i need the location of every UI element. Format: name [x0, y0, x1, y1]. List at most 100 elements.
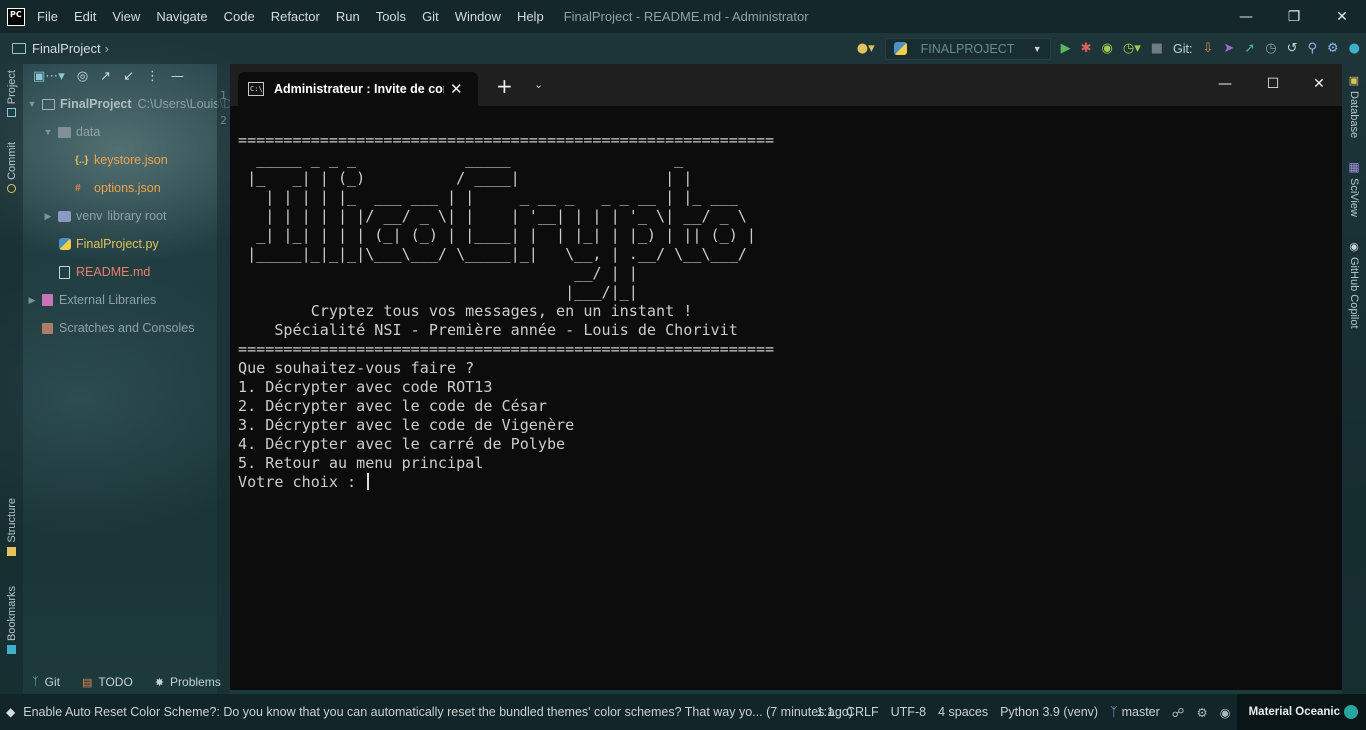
notification-icon: ◆ — [6, 705, 16, 719]
menu-git[interactable]: Git — [422, 9, 439, 24]
menu-tools[interactable]: Tools — [376, 9, 406, 24]
status-bar: ◆ Enable Auto Reset Color Scheme?: Do yo… — [0, 694, 1366, 730]
terminal-close-button[interactable]: ✕ — [1296, 64, 1342, 104]
options-icon[interactable]: ⋮ — [146, 69, 159, 84]
tab-database[interactable]: ▣ Database — [1342, 74, 1366, 138]
cmd-icon: C:\ — [248, 82, 264, 96]
restore-button[interactable]: ❐ — [1270, 0, 1318, 33]
tree-folder-venv-label: venv — [76, 209, 103, 223]
menu-help[interactable]: Help — [517, 9, 544, 24]
bottom-tool-bar: ᛉ Git ▤ TODO ✸ Problems — [0, 670, 230, 694]
problems-icon: ✸ — [154, 676, 165, 689]
run-configuration-select[interactable]: FINALPROJECT ▼ — [884, 37, 1051, 60]
git-commit-icon[interactable]: ➤ — [1223, 41, 1234, 56]
stop-icon[interactable]: ■ — [1151, 41, 1163, 56]
users-icon[interactable]: ●▾ — [857, 41, 875, 56]
tree-file-main-py[interactable]: FinalProject.py — [59, 233, 159, 255]
chevron-down-icon[interactable]: ⌄ — [534, 78, 543, 91]
tab-bookmarks[interactable]: Bookmarks — [0, 586, 23, 655]
json-file-icon: {..} — [75, 154, 89, 166]
tab-sciview-label: SciView — [1348, 178, 1360, 217]
memory-icon[interactable]: ◉ — [1220, 705, 1231, 720]
lock-icon[interactable]: ☍ — [1172, 705, 1185, 720]
debug-icon[interactable]: ✱ — [1081, 41, 1092, 56]
tree-root[interactable]: ▼ FinalProject C:\Users\Louis\D — [27, 93, 233, 115]
line-separator[interactable]: CRLF — [846, 705, 879, 719]
git-branch-widget[interactable]: ᛉ master — [1110, 705, 1160, 719]
run-icon[interactable]: ▶ — [1061, 41, 1071, 56]
coverage-icon[interactable]: ◉ — [1102, 41, 1113, 56]
tab-bookmarks-label: Bookmarks — [5, 586, 18, 642]
ascii-art-line: |___/|_| — [238, 283, 638, 301]
menu-file[interactable]: File — [37, 9, 58, 24]
text-cursor — [367, 473, 370, 490]
menu-navigate[interactable]: Navigate — [156, 9, 207, 24]
terminal-tab[interactable]: C:\ Administrateur : Invite de com ✕ — [238, 72, 478, 106]
new-tab-button[interactable]: + — [496, 76, 513, 96]
menu-question: Que souhaitez-vous faire ? — [238, 359, 475, 377]
menu-run[interactable]: Run — [336, 9, 360, 24]
tree-folder-data[interactable]: ▼ data — [43, 121, 101, 143]
copilot-icon: ◉ — [1349, 241, 1359, 253]
tab-project[interactable]: Project — [0, 70, 23, 118]
caret-position[interactable]: 1:1 — [817, 705, 834, 719]
search-icon[interactable]: ⚲ — [1307, 41, 1317, 56]
bookmark-icon — [7, 645, 16, 655]
file-encoding[interactable]: UTF-8 — [891, 705, 926, 719]
run-config-label: FINALPROJECT — [920, 41, 1015, 56]
terminal-output[interactable]: ========================================… — [238, 112, 1338, 682]
tab-commit-label: Commit — [5, 142, 18, 180]
status-message[interactable]: ◆ Enable Auto Reset Color Scheme?: Do yo… — [6, 705, 853, 719]
run-toolbar: ●▾ FINALPROJECT ▼ ▶ ✱ ◉ ◷▾ ■ Git: ⇩ ➤ ➚ … — [857, 33, 1360, 64]
python-interpreter[interactable]: Python 3.9 (venv) — [1000, 705, 1098, 719]
tool-git-button[interactable]: ᛉ Git — [32, 675, 60, 689]
tool-todo-button[interactable]: ▤ TODO — [82, 675, 133, 689]
tab-copilot[interactable]: ◉ GitHub Copilot — [1342, 240, 1366, 329]
terminal-line: ========================================… — [238, 340, 775, 358]
menu-view[interactable]: View — [112, 9, 140, 24]
history-icon[interactable]: ◷ — [1265, 41, 1276, 56]
tree-external-libraries[interactable]: ▶ External Libraries — [27, 289, 157, 311]
close-button[interactable]: ✕ — [1318, 0, 1366, 33]
ascii-art-line: _____ _ _ _ _____ _ — [238, 150, 684, 168]
hide-icon[interactable]: — — [171, 69, 184, 84]
minimize-button[interactable]: — — [1222, 0, 1270, 33]
settings-icon[interactable]: ⚙ — [1327, 41, 1339, 56]
menu-window[interactable]: Window — [455, 9, 501, 24]
tree-file-readme[interactable]: README.md — [59, 261, 150, 283]
tab-sciview[interactable]: ▦ SciView — [1342, 160, 1366, 217]
prompt-line[interactable]: Votre choix : — [238, 473, 1338, 492]
inspection-icon[interactable]: ⚙ — [1196, 705, 1207, 720]
locate-icon[interactable]: ◎ — [77, 69, 88, 84]
copilot-icon[interactable]: ● — [1349, 41, 1360, 56]
project-panel: ▣⋯▾ ◎ ↗ ↙ ⋮ — ▼ FinalProject C:\Users\Lo… — [23, 64, 233, 694]
tree-scratches[interactable]: Scratches and Consoles — [42, 317, 195, 339]
tab-structure[interactable]: Structure — [0, 498, 23, 556]
chevron-down-icon: ▼ — [27, 99, 37, 109]
expand-all-icon[interactable]: ↗ — [100, 69, 111, 84]
breadcrumb[interactable]: FinalProject › — [12, 41, 109, 56]
tool-problems-button[interactable]: ✸ Problems — [155, 675, 221, 689]
tree-folder-venv[interactable]: ▶ venv library root — [43, 205, 167, 227]
theme-name: Material Oceanic — [1248, 706, 1340, 718]
menu-code[interactable]: Code — [224, 9, 255, 24]
ascii-art-line: _| |_| | | | (_| (_) | |____| | | |_| | … — [238, 226, 756, 244]
git-push-icon[interactable]: ➚ — [1244, 41, 1255, 56]
profile-icon[interactable]: ◷▾ — [1123, 41, 1141, 56]
tree-file-main-py-label: FinalProject.py — [76, 237, 159, 251]
tree-file-options[interactable]: # options.json — [75, 177, 161, 199]
collapse-all-icon[interactable]: ↙ — [123, 69, 134, 84]
menu-edit[interactable]: Edit — [74, 9, 96, 24]
terminal-maximize-button[interactable]: ☐ — [1250, 64, 1296, 104]
git-update-icon[interactable]: ⇩ — [1203, 41, 1214, 56]
close-tab-icon[interactable]: ✕ — [450, 80, 463, 98]
rollback-icon[interactable]: ↺ — [1287, 41, 1298, 56]
project-view-icon[interactable]: ▣⋯▾ — [33, 69, 65, 84]
sciview-icon: ▦ — [1348, 160, 1360, 174]
indent-setting[interactable]: 4 spaces — [938, 705, 988, 719]
theme-badge[interactable]: Material Oceanic — [1236, 694, 1366, 730]
tree-file-keystore[interactable]: {..} keystore.json — [75, 149, 168, 171]
terminal-minimize-button[interactable]: — — [1202, 64, 1248, 104]
tab-commit[interactable]: Commit — [0, 142, 23, 193]
menu-refactor[interactable]: Refactor — [271, 9, 320, 24]
